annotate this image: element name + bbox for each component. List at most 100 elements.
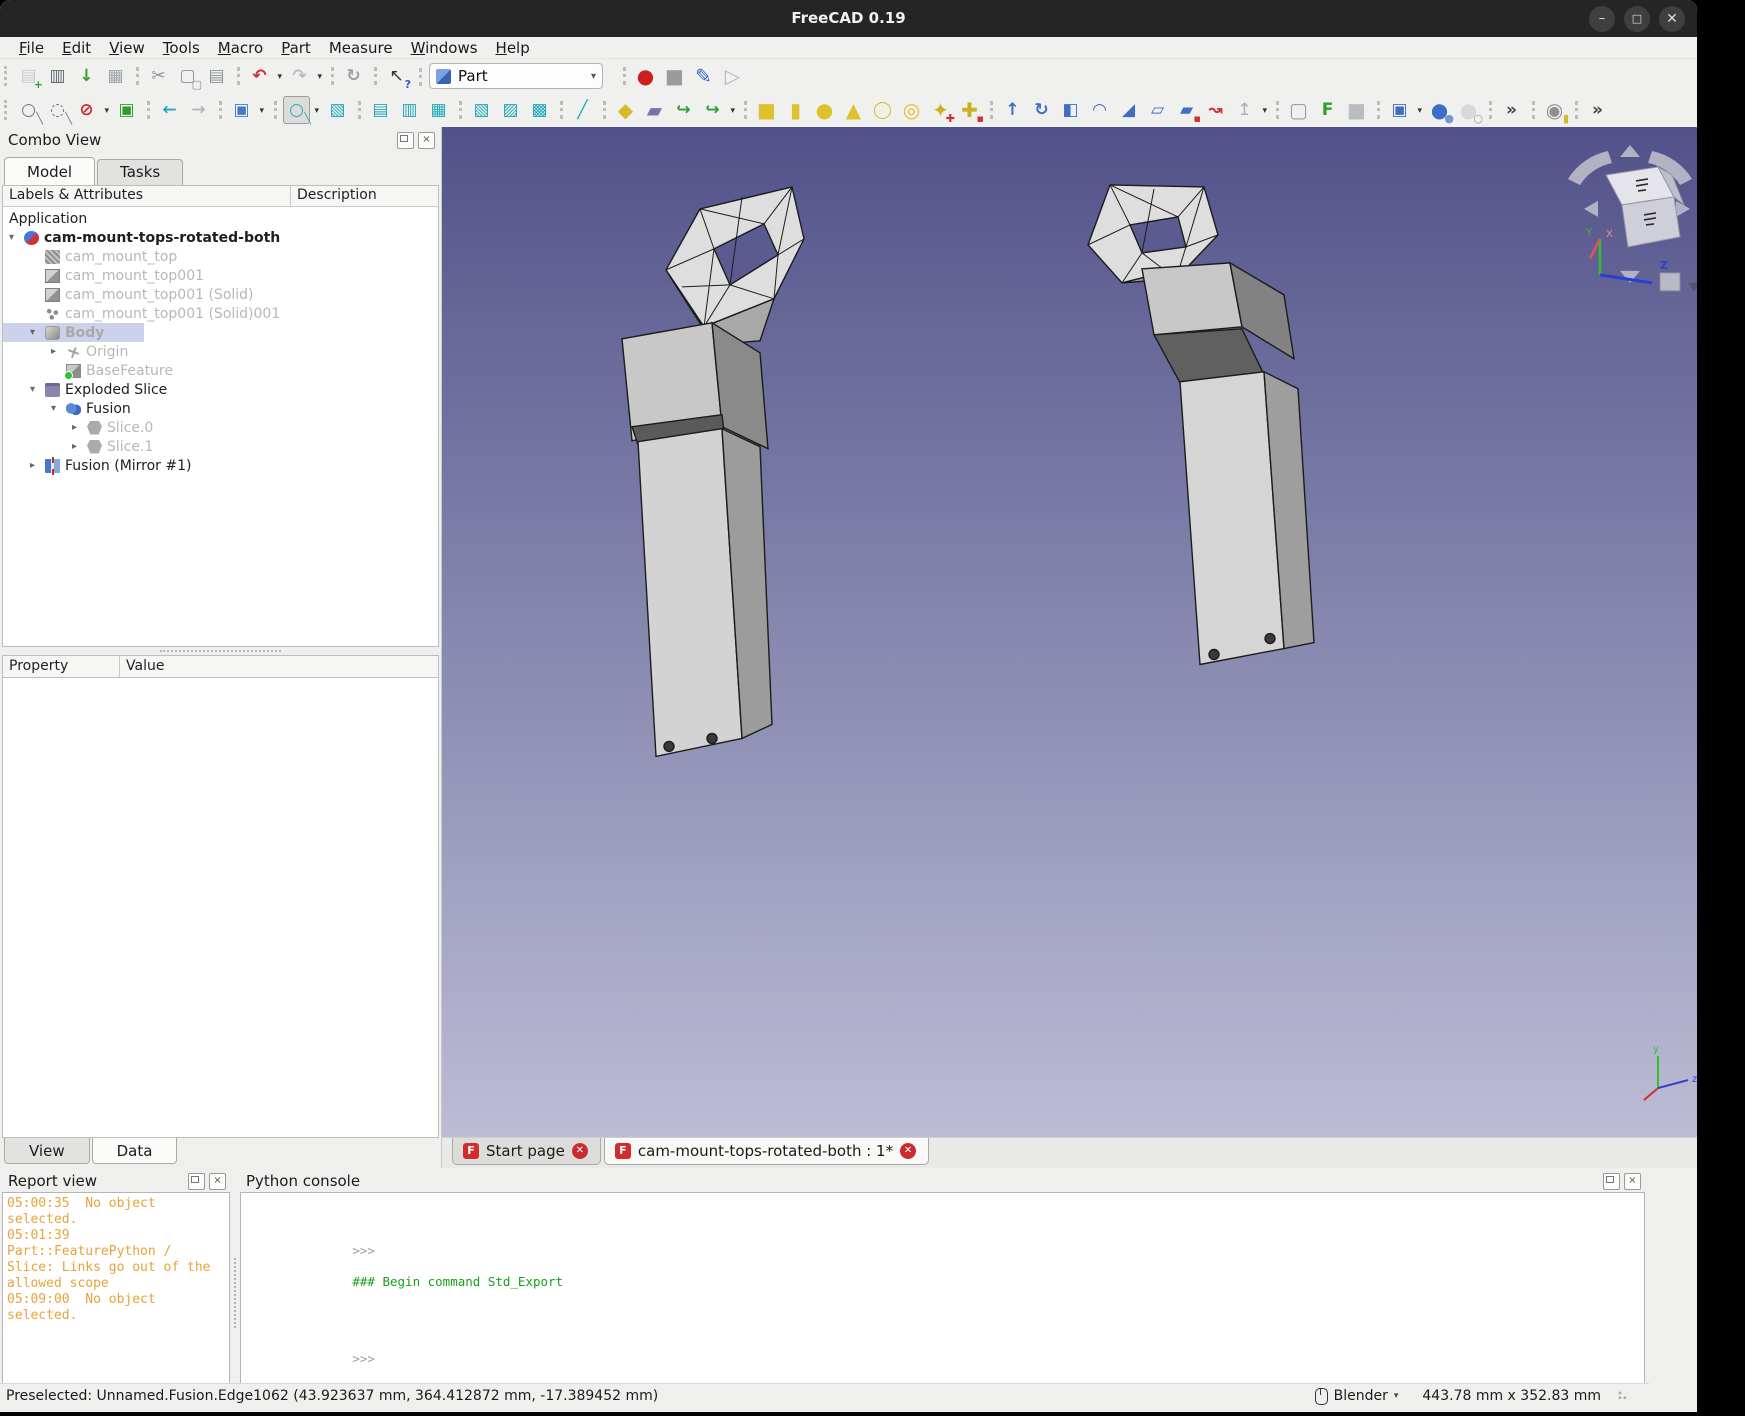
toolbar-extension2-icon[interactable]: » [1585,97,1610,123]
macro-play-icon[interactable]: ▷ [720,63,745,89]
viewport-background[interactable] [442,127,1697,1137]
persistent-section-icon[interactable]: ▣ [114,97,139,123]
tree-item[interactable]: ▾ cam-mount-tops-rotated-both [3,228,320,247]
view-bottom-icon[interactable]: ▨ [498,97,523,123]
tree-expand-icon[interactable]: ▸ [30,460,45,471]
workbench-selector[interactable]: Part ▾ [429,63,603,89]
nav-forward-icon[interactable]: → [186,97,211,123]
tree-expand-icon[interactable]: ▾ [30,384,45,395]
bottom-tab[interactable]: Data [92,1138,178,1164]
tree-item[interactable]: cam_mount_top001 (Solid)001 [3,304,320,323]
property-table[interactable] [2,678,439,1138]
close-button[interactable]: ✕ [1659,6,1685,32]
tree-item[interactable]: ▸ Fusion (Mirror #1) [3,456,232,475]
close-panel-icon[interactable]: × [1624,1173,1641,1190]
ruled-surface-icon[interactable]: ▱ [1145,97,1170,123]
value-column-header[interactable]: Value [120,656,438,677]
paste-icon[interactable]: ▤ [204,63,229,89]
chamfer-icon[interactable]: ◢ [1116,97,1141,123]
fit-selection-icon[interactable]: ◌ ╲ [45,97,70,123]
view-right-icon[interactable]: ▦ [426,97,451,123]
offset-icon[interactable]: ↥ ▾ [1232,97,1257,123]
tree-item[interactable]: cam_mount_top [3,247,217,266]
float-panel-icon[interactable] [1603,1173,1620,1190]
primitive-cylinder-icon[interactable]: ▮ [783,97,808,123]
menu-item[interactable]: View [100,38,154,58]
macro-record-icon[interactable]: ● [633,63,658,89]
description-header[interactable]: Description [291,186,438,206]
tree-item[interactable]: ▾ Fusion [3,399,171,418]
revolve-icon[interactable]: ↻ [1029,97,1054,123]
tree-expand-icon[interactable]: ▾ [9,232,24,243]
chevron-down-icon[interactable]: ▾ [730,106,735,116]
document-tab[interactable]: F cam-mount-tops-rotated-both : 1* ✕ [604,1138,929,1165]
tree-item[interactable]: ▸ Slice.0 [3,418,193,437]
compound-tools-icon[interactable]: ▣ ▾ [1387,97,1412,123]
tree-item[interactable]: ▸ Origin [3,342,168,361]
minimize-button[interactable]: – [1589,6,1615,32]
document-tab[interactable]: F Start page ✕ [452,1138,601,1165]
fillet-icon[interactable]: ◠ [1087,97,1112,123]
float-panel-icon[interactable] [397,132,414,149]
property-column-header[interactable]: Property [3,656,120,677]
maximize-button[interactable]: □ [1624,6,1650,32]
chevron-down-icon[interactable]: ▾ [567,71,596,82]
report-view-log[interactable]: 05:00:35 No object selected. 05:01:39 Pa… [2,1192,230,1386]
create-group-icon[interactable]: ▰ [642,97,667,123]
tree-expand-icon[interactable]: ▾ [51,403,66,414]
resize-grip[interactable] [1617,1390,1629,1402]
tree-expand-icon[interactable]: ▾ [30,327,45,338]
primitive-cone-icon[interactable]: ▲ [841,97,866,123]
measure-distance-icon[interactable]: ╱ [570,97,595,123]
primitive-torus-icon[interactable]: ◯ [870,97,895,123]
view-rear-icon[interactable]: ▧ [469,97,494,123]
menu-item[interactable]: File [10,38,53,58]
shape-builder-icon[interactable]: ✦ ✚ [928,97,953,123]
menu-item[interactable]: Help [487,38,539,58]
primitive-sphere-icon[interactable]: ● [812,97,837,123]
menu-item[interactable]: Part [272,38,320,58]
facemaker-icon[interactable]: F [1315,97,1340,123]
close-tab-icon[interactable]: ✕ [572,1143,588,1159]
bottom-tab[interactable]: View [4,1138,90,1164]
chevron-down-icon[interactable]: ▾ [1394,1391,1399,1401]
open-document-icon[interactable]: ▥ [45,63,70,89]
chevron-down-icon[interactable]: ▾ [1417,106,1422,116]
part-boolean-icon[interactable]: ◆ [613,97,638,123]
chevron-down-icon[interactable]: ▾ [317,72,322,82]
tree-expand-icon[interactable]: ▸ [72,441,87,452]
convert-to-solid-icon[interactable]: ■ [1344,97,1369,123]
panel-splitter[interactable] [230,1168,240,1388]
primitive-tube-icon[interactable]: ◎ [899,97,924,123]
tree-item[interactable]: ▸ Slice.1 [3,437,193,456]
save-icon[interactable]: ↓ [74,63,99,89]
print-icon[interactable]: ▦ [103,63,128,89]
toolbar-extension-icon[interactable]: » [1499,97,1524,123]
undo-icon[interactable]: ↶ ▾ [247,63,272,89]
navigation-style-selector[interactable]: Blender [1334,1388,1388,1404]
tree-item[interactable]: Application [3,209,127,228]
measure-linear-icon[interactable]: ◉ ▮ [1542,97,1567,123]
nav-back-icon[interactable]: ← [157,97,182,123]
chevron-down-icon[interactable]: ▾ [259,106,264,116]
redo-icon[interactable]: ↷ ▾ [287,63,312,89]
tree-item[interactable]: cam_mount_top001 (Solid) [3,285,294,304]
3d-viewport-canvas[interactable]: Y X Z y z [442,127,1697,1137]
menu-item[interactable]: Edit [53,38,100,58]
clipping-plane-icon[interactable]: ⊘ ▾ [74,97,99,123]
link-navigate-icon[interactable]: ▣ ▾ [229,97,254,123]
extrude-icon[interactable]: ↑ [1000,97,1025,123]
primitive-cube-icon[interactable]: ■ [754,97,779,123]
title-bar[interactable]: FreeCAD 0.19 – □ ✕ [0,0,1697,37]
macro-edit-icon[interactable]: ✎ [691,63,716,89]
python-console-log[interactable]: >>> ### Begin command Std_Export >>> __o… [240,1192,1645,1386]
fit-all-icon[interactable]: ○ ╲ [16,97,41,123]
float-panel-icon[interactable] [188,1173,205,1190]
cross-sections-icon[interactable]: ▢ [1286,97,1311,123]
boolean-union-icon[interactable]: ● ● [1427,97,1452,123]
cut-icon[interactable]: ✂ [146,63,171,89]
chevron-down-icon[interactable]: ▾ [277,72,282,82]
menu-item[interactable]: Macro [209,38,272,58]
whats-this-icon[interactable]: ↖ ? [384,63,409,89]
3d-viewport[interactable]: Y X Z y z [442,127,1697,1168]
